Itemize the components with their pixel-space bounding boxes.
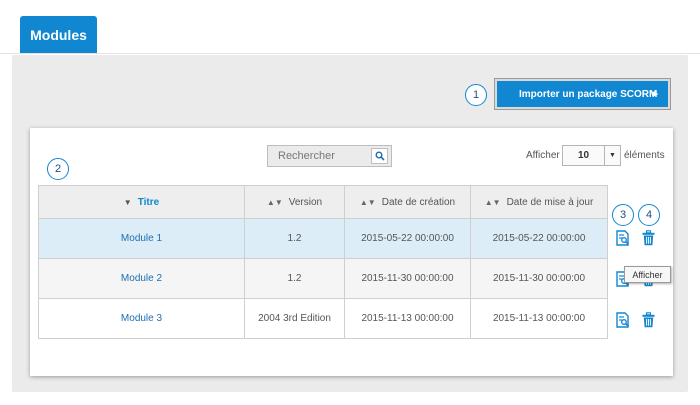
callout-3: 3 [612, 204, 634, 226]
callout-2: 2 [47, 158, 69, 180]
column-header-updated-label: Date de mise à jour [506, 196, 594, 208]
column-header-updated[interactable]: ▲▼ Date de mise à jour [470, 185, 608, 219]
column-header-version-label: Version [288, 196, 323, 208]
caret-right-icon: ▶ [652, 91, 658, 98]
trash-icon[interactable] [642, 230, 655, 246]
page: Modules Importer un package SCORM ▶ 1 2 … [0, 0, 700, 405]
tab-divider [0, 53, 700, 54]
module-updated: 2015-11-13 00:00:00 [470, 298, 608, 339]
table-row[interactable]: Module 2 1.2 2015-11-30 00:00:00 2015-11… [38, 258, 608, 299]
sort-both-icon: ▲▼ [484, 197, 501, 207]
view-document-icon[interactable] [616, 230, 630, 246]
import-scorm-button[interactable]: Importer un package SCORM ▶ [497, 81, 668, 107]
import-scorm-label: Importer un package SCORM [519, 88, 658, 100]
page-size-select[interactable]: 10 ▼ [562, 145, 621, 166]
column-header-created-label: Date de création [381, 196, 456, 208]
sort-both-icon: ▲▼ [359, 197, 376, 207]
sort-both-icon: ▲▼ [266, 197, 283, 207]
column-header-title[interactable]: ▼ Titre [38, 185, 245, 219]
module-created: 2015-11-13 00:00:00 [344, 298, 471, 339]
import-button-frame: Importer un package SCORM ▶ [494, 78, 671, 110]
module-version: 2004 3rd Edition [244, 298, 345, 339]
module-updated: 2015-05-22 00:00:00 [470, 218, 608, 259]
page-size-value: 10 [577, 150, 590, 161]
table-row[interactable]: Module 1 1.2 2015-05-22 00:00:00 2015-05… [38, 218, 608, 259]
tab-modules[interactable]: Modules [20, 16, 97, 54]
module-version: 1.2 [244, 258, 345, 299]
search-box [267, 145, 392, 167]
search-button[interactable] [371, 148, 388, 164]
view-document-icon[interactable] [616, 312, 630, 328]
callout-4: 4 [638, 204, 660, 226]
module-title-link[interactable]: Module 1 [38, 218, 245, 259]
trash-icon[interactable] [642, 312, 655, 328]
module-title-link[interactable]: Module 3 [38, 298, 245, 339]
tooltip: Afficher [624, 266, 671, 283]
module-created: 2015-11-30 00:00:00 [344, 258, 471, 299]
table-header-row: ▼ Titre ▲▼ Version ▲▼ Date de création ▲▼ Da… [38, 185, 608, 219]
page-size-prefix: Afficher [526, 150, 560, 161]
module-version: 1.2 [244, 218, 345, 259]
column-header-version[interactable]: ▲▼ Version [244, 185, 345, 219]
module-title-link[interactable]: Module 2 [38, 258, 245, 299]
page-size-suffix: éléments [624, 150, 665, 161]
callout-1: 1 [465, 84, 487, 106]
chevron-down-icon: ▼ [604, 146, 620, 165]
column-header-title-label: Titre [137, 196, 160, 208]
modules-table: ▼ Titre ▲▼ Version ▲▼ Date de création ▲▼ Da… [38, 185, 608, 339]
module-updated: 2015-11-30 00:00:00 [470, 258, 608, 299]
module-created: 2015-05-22 00:00:00 [344, 218, 471, 259]
search-icon [375, 151, 385, 161]
sort-desc-icon: ▼ [123, 197, 132, 207]
table-row[interactable]: Module 3 2004 3rd Edition 2015-11-13 00:… [38, 298, 608, 339]
column-header-created[interactable]: ▲▼ Date de création [344, 185, 471, 219]
search-input[interactable] [268, 146, 368, 166]
